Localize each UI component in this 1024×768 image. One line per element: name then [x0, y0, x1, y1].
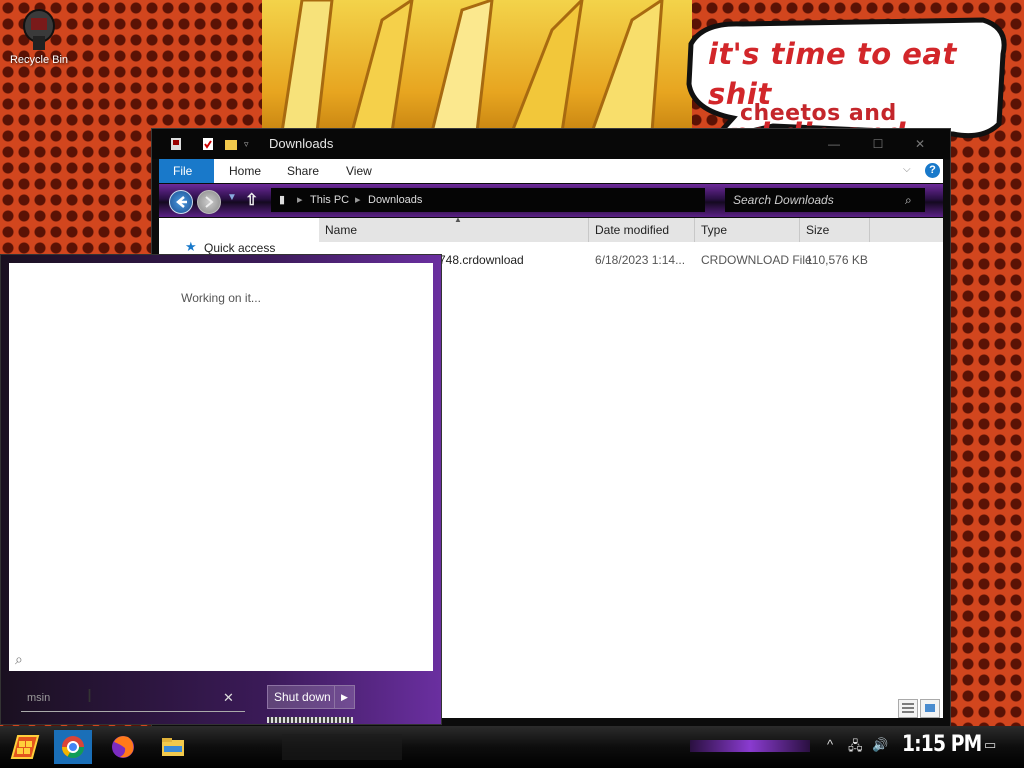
decorative-stripes	[267, 717, 353, 723]
column-size[interactable]: Size	[800, 218, 870, 242]
help-icon[interactable]: ?	[925, 163, 940, 178]
breadcrumb-this-pc[interactable]: This PC	[310, 188, 349, 212]
wallpaper-flame-art	[262, 0, 692, 132]
speech-line-3: cheetos and	[740, 101, 897, 126]
address-folder-icon: ▮	[279, 194, 286, 206]
recent-locations-icon[interactable]: ▼	[227, 192, 237, 203]
network-icon[interactable]: 🖧	[848, 737, 863, 759]
explorer-titlebar[interactable]: ▿ Downloads — ☐ ✕	[152, 129, 950, 159]
expand-ribbon-icon[interactable]: ⌵	[903, 164, 911, 175]
window-title: Downloads	[269, 136, 334, 151]
sort-arrow-icon: ▲	[454, 215, 462, 224]
recycle-bin-label: Recycle Bin	[9, 54, 69, 66]
start-menu-results-pane: Working on it... ⌕	[9, 263, 433, 671]
search-box[interactable]: Search Downloads ⌕	[725, 188, 925, 212]
start-search-input[interactable]: msin I ✕	[21, 683, 245, 712]
firefox-icon[interactable]	[104, 730, 142, 764]
taskbar-decoration	[690, 740, 810, 752]
quick-access-dropdown-icon[interactable]: ▿	[244, 135, 249, 153]
search-input[interactable]: Search Downloads	[733, 188, 834, 212]
navigation-bar: ▼ ⇧ ▮ ▸ This PC ▸ Downloads Search Downl…	[159, 184, 943, 217]
taskbar-running-app[interactable]	[282, 734, 402, 760]
column-empty	[870, 218, 943, 242]
breadcrumb-chevron-icon: ▸	[355, 194, 361, 206]
recycle-bin-icon	[21, 6, 57, 52]
start-menu: Working on it... ⌕ msin I ✕ Shut down ▶	[0, 254, 442, 725]
tab-share[interactable]: Share	[273, 159, 333, 183]
ribbon-tabs: File Home Share View ⌵ ?	[159, 159, 943, 183]
column-type[interactable]: Type	[695, 218, 800, 242]
tab-view[interactable]: View	[332, 159, 386, 183]
new-folder-icon[interactable]	[224, 135, 238, 153]
volume-icon[interactable]: 🔊	[872, 737, 888, 753]
recycle-bin-desktop-icon[interactable]: Recycle Bin	[6, 6, 72, 66]
start-search-value: msin	[27, 692, 51, 704]
file-name: 748.crdownload	[439, 253, 524, 267]
notifications-icon[interactable]: ▭	[984, 737, 996, 753]
search-icon: ⌕	[15, 651, 23, 667]
file-explorer-icon[interactable]	[154, 730, 192, 764]
show-hidden-icons-icon[interactable]: ^	[827, 737, 833, 752]
shutdown-label: Shut down	[274, 690, 331, 704]
taskbar: ^ 🖧 🔊 ▭	[0, 726, 1024, 768]
close-icon[interactable]: ✕	[900, 133, 940, 155]
text-cursor-icon: I	[87, 686, 93, 706]
clear-search-icon[interactable]: ✕	[223, 683, 234, 713]
minimize-icon[interactable]: —	[814, 133, 854, 155]
tab-file[interactable]: File	[159, 159, 214, 183]
start-icon[interactable]	[6, 730, 44, 764]
search-icon[interactable]: ⌕	[905, 188, 912, 212]
up-icon[interactable]: ⇧	[245, 190, 258, 210]
details-view-icon[interactable]	[898, 699, 918, 718]
explorer-app-icon	[170, 135, 182, 153]
forward-icon[interactable]	[197, 190, 221, 214]
shutdown-button[interactable]: Shut down ▶	[267, 685, 355, 709]
taskbar-clock[interactable]: 1:15 PM	[902, 732, 982, 757]
properties-icon[interactable]	[202, 135, 214, 153]
file-type: CRDOWNLOAD File	[701, 253, 812, 267]
address-bar[interactable]: ▮ ▸ This PC ▸ Downloads	[271, 188, 705, 212]
shutdown-options-arrow-icon[interactable]: ▶	[334, 686, 348, 708]
star-icon: ★	[185, 239, 197, 254]
maximize-icon[interactable]: ☐	[858, 133, 898, 155]
breadcrumb-chevron-icon: ▸	[297, 194, 303, 206]
nav-quick-access[interactable]: Quick access	[204, 241, 275, 255]
search-status-text: Working on it...	[181, 291, 261, 305]
large-icons-view-icon[interactable]	[920, 699, 940, 718]
tab-home[interactable]: Home	[215, 159, 275, 183]
chrome-icon[interactable]	[54, 730, 92, 764]
column-date-modified[interactable]: Date modified	[589, 218, 695, 242]
file-date: 6/18/2023 1:14...	[595, 253, 686, 267]
back-icon[interactable]	[169, 190, 193, 214]
file-size: 110,576 KB	[806, 253, 868, 267]
breadcrumb-downloads[interactable]: Downloads	[368, 188, 422, 212]
